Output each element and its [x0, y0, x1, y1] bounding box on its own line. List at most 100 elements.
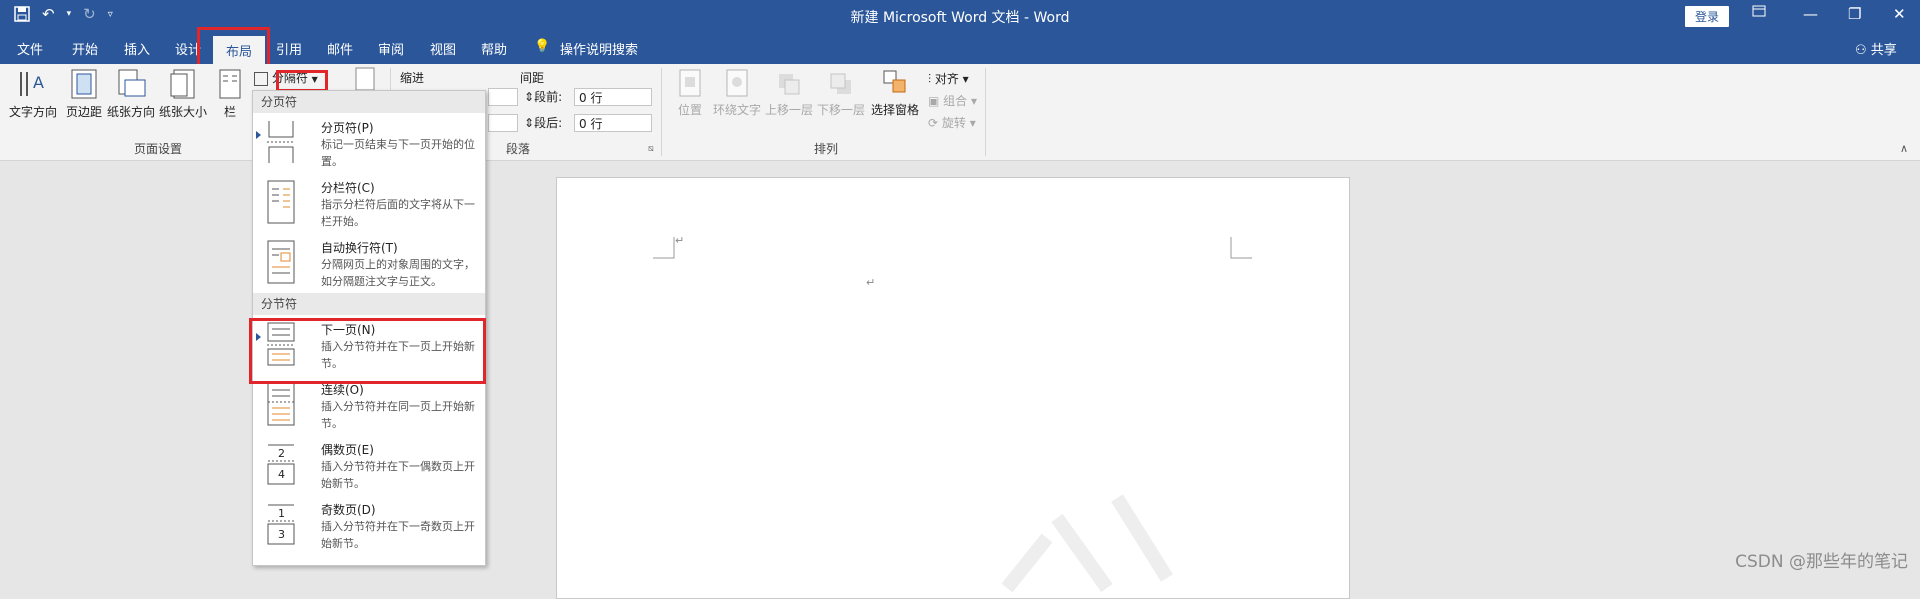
indent-left-spinner[interactable]	[488, 88, 518, 106]
odd-page-desc: 插入分节符并在下一奇数页上开始新节。	[321, 520, 475, 550]
login-button[interactable]: 登录	[1685, 6, 1730, 27]
text-direction-label: 文字方向	[8, 105, 57, 119]
tab-file[interactable]: 文件	[17, 39, 43, 58]
odd-page-title: 奇数页(D)	[321, 503, 376, 517]
continuous-desc: 插入分节符并在同一页上开始新节。	[321, 400, 475, 430]
rotate-icon: ⟳	[928, 116, 939, 130]
pointer-arrow-icon	[256, 131, 261, 139]
send-backward-icon	[830, 73, 851, 94]
page-break-desc: 标记一页结束与下一页开始的位置。	[321, 138, 475, 168]
selection-pane-label: 选择窗格	[870, 103, 919, 117]
spacing-label: 间距	[520, 71, 545, 85]
size-button[interactable]: 纸张大小	[158, 68, 208, 120]
crop-mark-top-right-icon	[1230, 237, 1252, 259]
margins-icon	[71, 69, 97, 99]
svg-text:A: A	[33, 73, 44, 92]
bring-forward-button[interactable]: 上移一层	[764, 68, 814, 118]
space-after-icon: ⇕	[524, 116, 535, 130]
column-break-desc: 指示分栏符后面的文字将从下一栏开始。	[321, 198, 475, 228]
tab-view[interactable]: 视图	[430, 39, 456, 58]
tab-references[interactable]: 引用	[276, 39, 302, 58]
text-wrapping-break-desc: 分隔网页上的对象周围的文字，如分隔题注文字与正文。	[321, 258, 475, 288]
margins-label: 页边距	[65, 105, 102, 119]
text-wrapping-break-title: 自动换行符(T)	[321, 241, 398, 255]
arrange-group-label: 排列	[814, 142, 839, 156]
menu-item-continuous[interactable]: 连续(O) 插入分节符并在同一页上开始新节。	[253, 375, 485, 435]
ribbon-display-options-icon[interactable]	[1752, 5, 1766, 17]
column-break-title: 分栏符(C)	[321, 181, 375, 195]
margins-button[interactable]: 页边距	[64, 68, 104, 120]
columns-button[interactable]: 栏	[212, 68, 248, 120]
text-direction-icon: A	[20, 72, 44, 96]
cursor-paragraph-mark: ↵	[866, 276, 876, 289]
tell-me-search[interactable]: 操作说明搜索	[560, 39, 638, 58]
tab-insert[interactable]: 插入	[124, 39, 150, 58]
send-backward-button[interactable]: 下移一层	[816, 68, 866, 118]
tab-mailings[interactable]: 邮件	[327, 39, 353, 58]
tab-home[interactable]: 开始	[72, 39, 98, 58]
indent-label: 缩进	[400, 71, 425, 85]
line-numbers-icon[interactable]	[354, 66, 376, 92]
wrap-text-button[interactable]: 环绕文字	[712, 68, 762, 118]
breaks-button[interactable]: 分隔符 ▼	[254, 69, 318, 86]
even-page-desc: 插入分节符并在下一偶数页上开始新节。	[321, 460, 475, 490]
even-page-section-icon: 24	[267, 444, 295, 485]
space-before-input[interactable]: 0 行	[574, 88, 652, 106]
page-setup-group-label: 页面设置	[134, 142, 183, 156]
text-direction-button[interactable]: A 文字方向	[8, 68, 58, 120]
menu-item-column-break[interactable]: 分栏符(C) 指示分栏符后面的文字将从下一栏开始。	[253, 173, 485, 233]
tab-review[interactable]: 审阅	[378, 39, 404, 58]
share-button[interactable]: ⚇ 共享	[1855, 39, 1897, 58]
window-title: 新建 Microsoft Word 文档 - Word	[850, 10, 1070, 26]
section-breaks-header: 分节符	[253, 293, 485, 315]
document-page[interactable]: ↵ ↵	[556, 177, 1350, 599]
space-after-label: ⇕段后:	[524, 116, 563, 130]
odd-page-section-icon: 13	[267, 504, 295, 545]
tab-help[interactable]: 帮助	[481, 39, 507, 58]
wrap-text-icon	[726, 69, 748, 97]
rotate-button[interactable]: ⟳ 旋转 ▾	[928, 114, 976, 131]
wrap-text-label: 环绕文字	[712, 103, 761, 117]
continuous-title: 连续(O)	[321, 383, 364, 397]
faint-watermark-graphic	[1001, 494, 1173, 593]
group-button[interactable]: ▣ 组合 ▾	[928, 92, 977, 109]
orientation-button[interactable]: 纸张方向	[106, 68, 156, 120]
bring-forward-icon	[779, 74, 800, 95]
svg-text:4: 4	[278, 468, 285, 481]
minimize-icon[interactable]: —	[1803, 5, 1818, 23]
selection-pane-button[interactable]: 选择窗格	[870, 68, 920, 118]
even-page-title: 偶数页(E)	[321, 443, 374, 457]
breaks-dropdown-menu: 分页符 分页符(P) 标记一页结束与下一页开始的位置。 分栏符(C) 指示分栏符…	[252, 90, 486, 566]
collapse-ribbon-icon[interactable]: ∧	[1900, 142, 1908, 155]
close-icon[interactable]: ✕	[1893, 5, 1906, 23]
lightbulb-icon: 💡	[534, 39, 551, 54]
menu-item-even-page[interactable]: 24 偶数页(E) 插入分节符并在下一偶数页上开始新节。	[253, 435, 485, 495]
page-break-icon	[267, 121, 295, 163]
menu-item-text-wrapping-break[interactable]: 自动换行符(T) 分隔网页上的对象周围的文字，如分隔题注文字与正文。	[253, 233, 485, 293]
breaks-icon	[254, 71, 268, 86]
next-page-title: 下一页(N)	[321, 323, 376, 337]
indent-right-spinner[interactable]	[488, 114, 518, 132]
crop-mark-top-left-icon	[653, 237, 675, 259]
menu-item-page-break[interactable]: 分页符(P) 标记一页结束与下一页开始的位置。	[253, 113, 485, 173]
space-before-icon: ⇕	[524, 90, 535, 104]
columns-icon	[219, 69, 241, 99]
bring-forward-label: 上移一层	[764, 103, 813, 117]
paper-size-icon	[170, 69, 195, 99]
restore-icon[interactable]: ❐	[1848, 5, 1861, 23]
position-icon	[679, 69, 701, 97]
continuous-section-icon	[267, 382, 295, 426]
paragraph-dialog-launcher-icon[interactable]: ⧅	[648, 144, 654, 154]
align-button[interactable]: ⫶ 对齐 ▾	[928, 70, 969, 87]
page-breaks-header: 分页符	[253, 91, 485, 113]
breaks-label: 分隔符	[271, 71, 308, 85]
tab-design[interactable]: 设计	[175, 39, 201, 58]
csdn-watermark: CSDN @那些年的笔记	[1735, 552, 1908, 572]
position-button[interactable]: 位置	[668, 68, 712, 118]
menu-item-next-page[interactable]: 下一页(N) 插入分节符并在下一页上开始新节。	[253, 315, 485, 375]
space-after-input[interactable]: 0 行	[574, 114, 652, 132]
menu-item-odd-page[interactable]: 13 奇数页(D) 插入分节符并在下一奇数页上开始新节。	[253, 495, 485, 555]
text-wrapping-break-icon	[267, 240, 295, 284]
next-page-section-icon	[267, 322, 295, 366]
svg-text:3: 3	[278, 528, 285, 541]
